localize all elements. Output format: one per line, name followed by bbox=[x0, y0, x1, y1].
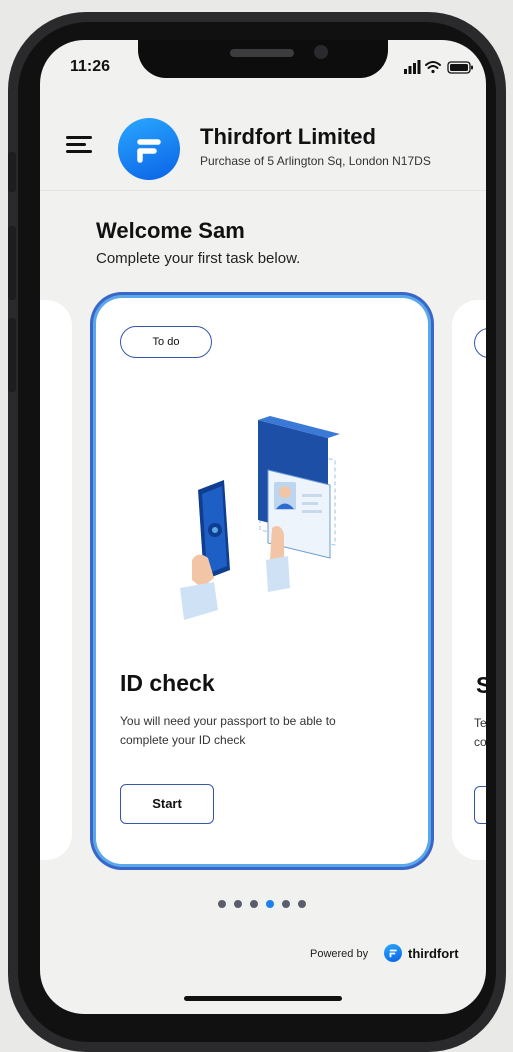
pagination-dot[interactable] bbox=[298, 900, 306, 908]
pagination-dot[interactable] bbox=[266, 900, 274, 908]
purchase-address: Purchase of 5 Arlington Sq, London N17DS bbox=[200, 154, 431, 168]
home-indicator[interactable] bbox=[184, 996, 342, 1001]
task-title: ID check bbox=[120, 670, 215, 696]
task-description: You will need your passport to be able t… bbox=[120, 714, 336, 747]
menu-icon[interactable] bbox=[66, 136, 92, 154]
task-status-badge: To do bbox=[120, 326, 212, 358]
volume-up-button bbox=[8, 226, 16, 300]
pagination-dots bbox=[218, 900, 310, 910]
mute-switch bbox=[8, 152, 16, 192]
pagination-dot[interactable] bbox=[234, 900, 242, 908]
next-task-description-line1: Tell us bbox=[474, 716, 486, 730]
company-name: Thirdfort Limited bbox=[200, 124, 376, 149]
wifi-icon bbox=[425, 61, 441, 74]
next-task-description-line2: comin bbox=[474, 735, 486, 749]
thirdfort-logo bbox=[118, 118, 180, 180]
signal-icon bbox=[404, 60, 421, 74]
id-check-illustration bbox=[180, 416, 340, 620]
next-task-status-badge: T bbox=[474, 328, 486, 358]
volume-down-button bbox=[8, 318, 16, 392]
pagination-dot[interactable] bbox=[250, 900, 258, 908]
welcome-subtitle: Complete your first task below. bbox=[96, 250, 301, 267]
next-start-button[interactable]: S bbox=[474, 786, 486, 824]
app-screen: 11:26 Thirdfort Limited Purchase of 5 Ar… bbox=[40, 40, 486, 1014]
thirdfort-brand-name: thirdfort bbox=[408, 946, 459, 961]
powered-by-label: Powered by bbox=[310, 948, 369, 960]
pagination-dot[interactable] bbox=[282, 900, 290, 908]
status-icons bbox=[404, 60, 473, 74]
speaker bbox=[230, 49, 294, 57]
status-time: 11:26 bbox=[70, 58, 111, 75]
battery-icon bbox=[447, 61, 473, 74]
next-task-card[interactable]: T Sou Tell us comin S bbox=[452, 300, 486, 860]
start-button[interactable]: Start bbox=[120, 784, 214, 824]
app-header: Thirdfort Limited Purchase of 5 Arlingto… bbox=[40, 98, 486, 191]
pagination-dot[interactable] bbox=[218, 900, 226, 908]
previous-task-card[interactable] bbox=[40, 300, 72, 860]
task-card-id-check[interactable]: To do ID check You will need your passpo… bbox=[96, 298, 428, 864]
next-task-title: Sou bbox=[476, 672, 486, 698]
notch bbox=[138, 40, 388, 78]
welcome-heading: Welcome Sam bbox=[96, 218, 245, 243]
front-camera bbox=[314, 45, 328, 59]
thirdfort-brand-icon bbox=[384, 944, 402, 962]
